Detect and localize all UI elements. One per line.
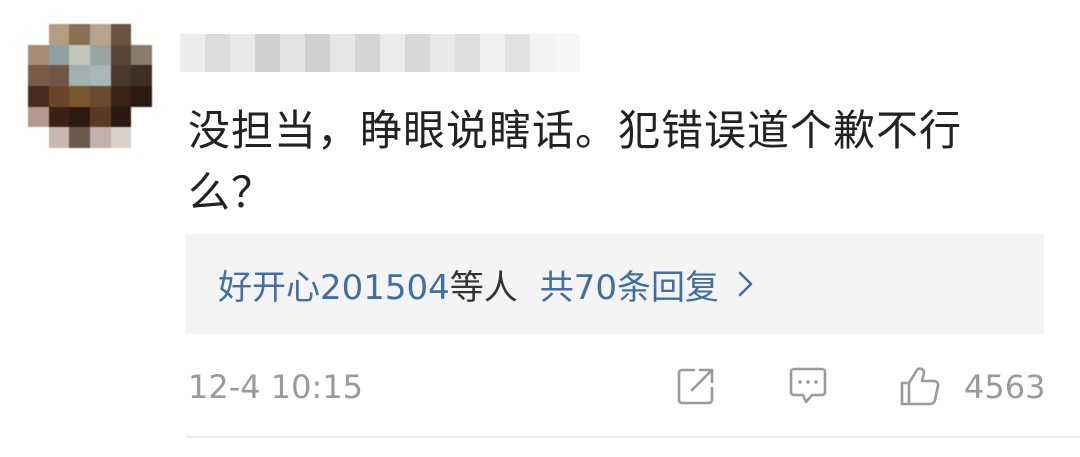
- replies-summary[interactable]: 好开心201504 等人 共70条回复: [186, 234, 1044, 334]
- comment-icon[interactable]: [786, 364, 830, 408]
- timestamp: 12-4 10:15: [188, 368, 364, 406]
- reply-count-link[interactable]: 共70条回复: [540, 260, 719, 309]
- reply-users-suffix: 等人: [449, 267, 518, 308]
- avatar[interactable]: [28, 24, 152, 148]
- comment-footer: 12-4 10:15 4563: [188, 360, 1046, 416]
- thumbs-up-icon[interactable]: [898, 364, 942, 408]
- username-blurred[interactable]: [180, 34, 580, 72]
- comment-text: 没担当，睁眼说瞎话。犯错误道个歉不行么？: [188, 106, 963, 217]
- reply-users-link[interactable]: 好开心201504: [218, 260, 450, 309]
- chevron-right-icon[interactable]: [737, 269, 755, 299]
- like-count: 4563: [964, 368, 1046, 406]
- share-icon[interactable]: [674, 364, 718, 408]
- divider: [186, 436, 1080, 438]
